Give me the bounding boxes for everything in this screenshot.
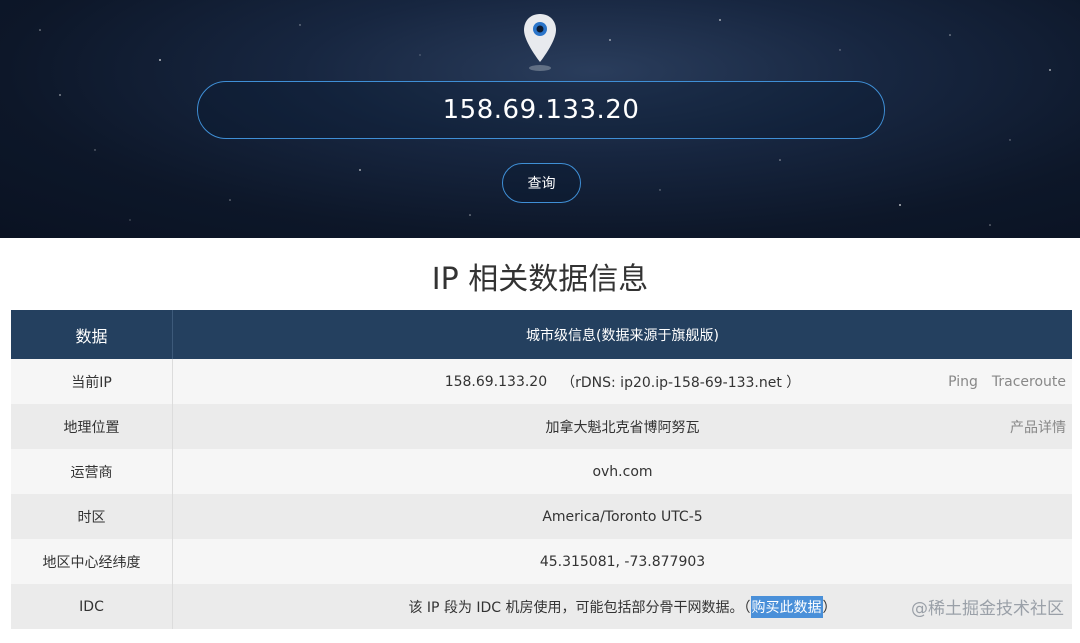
watermark: @稀土掘金技术社区 [911, 599, 1064, 619]
ping-link[interactable]: Ping [948, 374, 978, 390]
table-row: 地区中心经纬度 45.315081, -73.877903 [11, 539, 1072, 584]
page-title: IP 相关数据信息 [431, 262, 649, 297]
table-row: IDC 该 IP 段为 IDC 机房使用，可能包括部分骨干网数据。（ 购买此数据）… [11, 584, 1072, 629]
isp-value: ovh.com [592, 463, 653, 480]
table-row: 时区 America/Toronto UTC-5 [11, 494, 1072, 539]
buy-data-link[interactable]: 购买此数据 [750, 595, 823, 618]
timezone-value: America/Toronto UTC-5 [542, 508, 703, 525]
header-col-data: 数据 [11, 310, 173, 359]
row-value: 158.69.133.20 （rDNS: ip20.ip-158-69-133.… [173, 359, 1072, 404]
product-details-link[interactable]: 产品详情 [1010, 417, 1066, 437]
rdns-value: （rDNS: ip20.ip-158-69-133.net ） [561, 374, 801, 391]
location-pin-icon [524, 14, 556, 71]
ip-info-table: 数据 城市级信息(数据来源于旗舰版) 当前IP 158.69.133.20 （r… [11, 310, 1072, 629]
table-row: 运营商 ovh.com [11, 449, 1072, 494]
row-label: 地理位置 [11, 404, 173, 449]
row-label: 当前IP [11, 359, 173, 404]
header-col-city-info: 城市级信息(数据来源于旗舰版) [526, 327, 719, 344]
ip-search-input[interactable]: 158.69.133.20 [197, 81, 885, 139]
location-value: 加拿大魁北克省博阿努瓦 [545, 419, 700, 436]
ip-search-value: 158.69.133.20 [442, 95, 640, 125]
coordinates-value: 45.315081, -73.877903 [539, 553, 706, 570]
current-ip-value: 158.69.133.20 [444, 373, 548, 390]
ip-tools-links: Ping Traceroute [948, 359, 1066, 404]
query-button[interactable]: 查询 [502, 163, 581, 203]
row-label: 运营商 [11, 449, 173, 494]
hero-banner: 158.69.133.20 查询 [0, 0, 1080, 238]
row-label: 地区中心经纬度 [11, 539, 173, 584]
table-row: 当前IP 158.69.133.20 （rDNS: ip20.ip-158-69… [11, 359, 1072, 404]
table-row: 地理位置 加拿大魁北克省博阿努瓦 产品详情 [11, 404, 1072, 449]
traceroute-link[interactable]: Traceroute [992, 374, 1066, 390]
row-value: 加拿大魁北克省博阿努瓦 产品详情 [173, 404, 1072, 449]
idc-note-suffix: ） [822, 599, 837, 616]
row-label: 时区 [11, 494, 173, 539]
idc-note-prefix: 该 IP 段为 IDC 机房使用，可能包括部分骨干网数据。（ [408, 599, 751, 616]
table-header: 数据 城市级信息(数据来源于旗舰版) [11, 310, 1072, 359]
row-label: IDC [11, 584, 173, 629]
row-value: 该 IP 段为 IDC 机房使用，可能包括部分骨干网数据。（ 购买此数据） @稀土… [173, 584, 1072, 629]
